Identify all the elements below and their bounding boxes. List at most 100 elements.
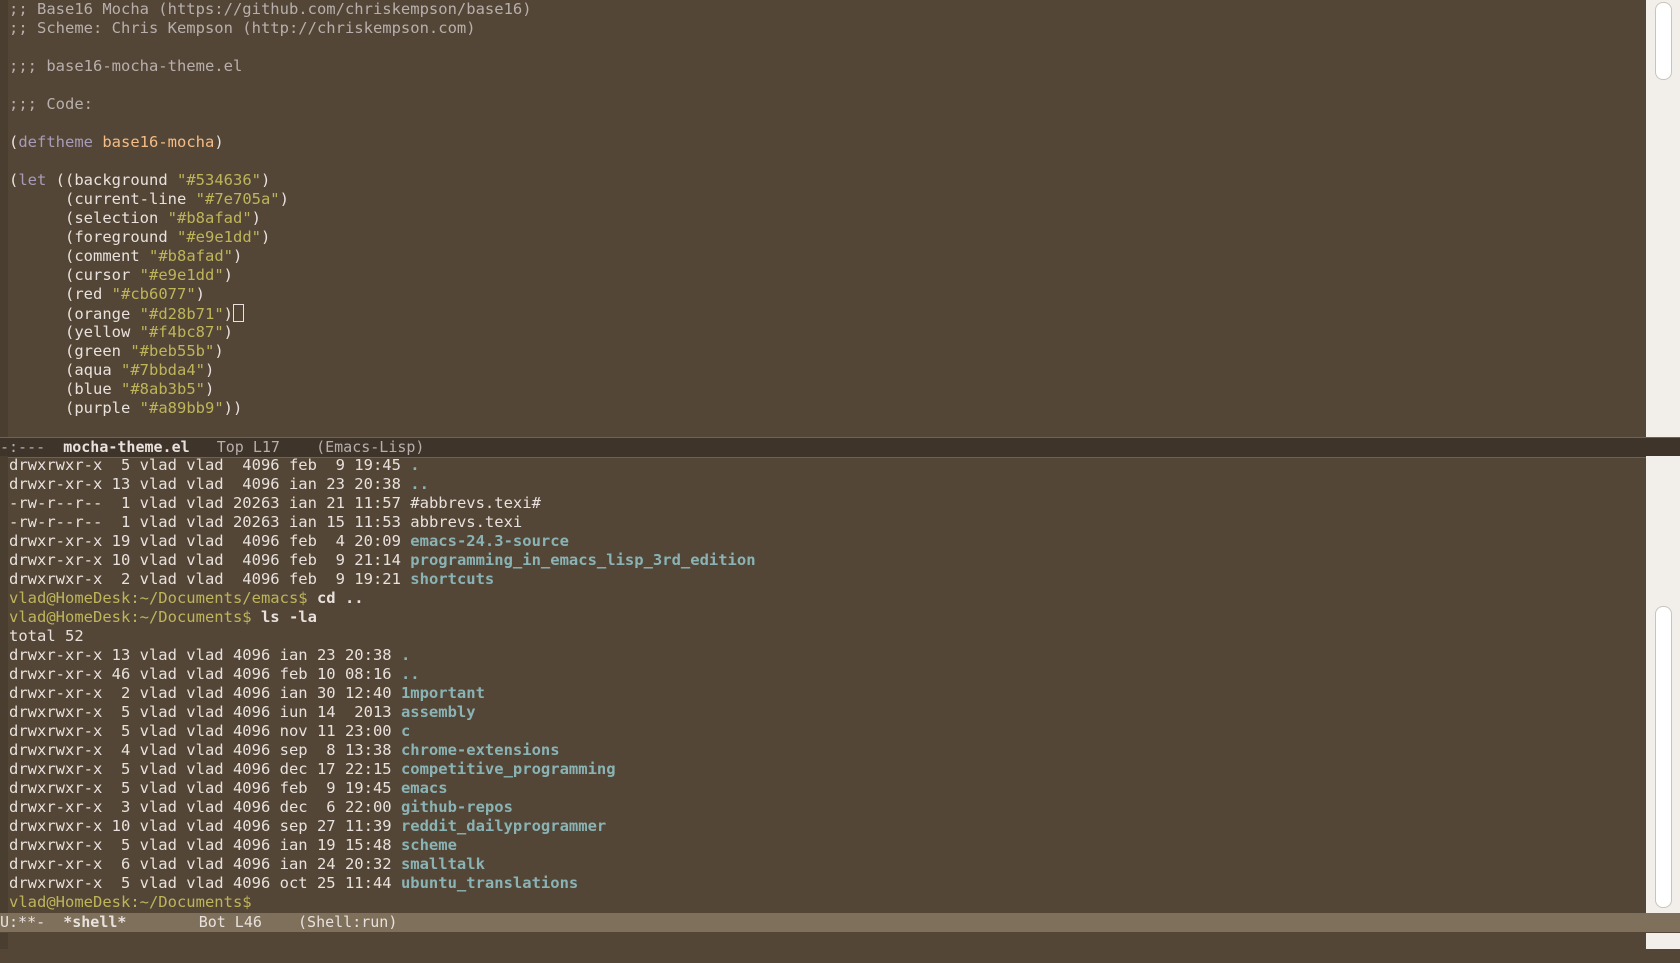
- ls-entry: drwxrwxr-x 5 vlad vlad 4096 ian 19 15:48…: [9, 836, 1646, 855]
- ls-entry: drwxrwxr-x 5 vlad vlad 4096 iun 14 2013 …: [9, 703, 1646, 722]
- modeline-buffer-name[interactable]: *shell*: [63, 913, 126, 931]
- ls-entry: drwxr-xr-x 2 vlad vlad 4096 ian 30 12:40…: [9, 684, 1646, 703]
- color-binding-line: (current-line "#7e705a"): [9, 190, 289, 208]
- color-binding-line: (green "#beb55b"): [9, 342, 224, 360]
- ls-entry-dir-name: emacs: [400, 779, 448, 797]
- ls-entry-meta: drwxrwxr-x 5 vlad vlad 4096 dec 17 22:15: [9, 760, 401, 778]
- shell-pane[interactable]: drwxrwxr-x 5 vlad vlad 4096 feb 9 19:45 …: [0, 456, 1646, 913]
- shell-prompt: vlad@HomeDesk:~/Documents/emacs$: [9, 589, 317, 607]
- ls-entry-meta: drwxr-xr-x 6 vlad vlad 4096 ian 24 20:32: [9, 855, 401, 873]
- color-binding-line: (purple "#a89bb9")): [9, 399, 243, 417]
- color-name: current-line: [74, 190, 187, 208]
- comment-line: ;;; Code:: [9, 95, 93, 113]
- color-binding-line: (yellow "#f4bc87"): [9, 323, 234, 341]
- color-name: purple: [74, 399, 131, 417]
- ls-entry-meta: drwxrwxr-x 2 vlad vlad 4096 feb 9 19:21: [9, 570, 411, 588]
- color-name: aqua: [74, 361, 112, 379]
- ls-entry: -rw-r--r-- 1 vlad vlad 20263 ian 21 11:5…: [9, 494, 1646, 513]
- ls-entry: drwxr-xr-x 3 vlad vlad 4096 dec 6 22:00 …: [9, 798, 1646, 817]
- ls-entry-dir-name: scheme: [400, 836, 457, 854]
- top-scrollbar[interactable]: [1646, 0, 1680, 437]
- ls-entry-dir-name: ..: [400, 665, 420, 683]
- color-value: "#f4bc87": [139, 323, 224, 341]
- modeline-position: Top L17: [216, 438, 280, 456]
- modeline-buffer-name[interactable]: mocha-theme.el: [63, 438, 189, 456]
- color-name: red: [74, 285, 103, 303]
- mode-line-inactive[interactable]: -:--- mocha-theme.el Top L17 (Emacs-Lisp…: [0, 437, 1680, 458]
- color-value: "#e9e1dd": [177, 228, 261, 246]
- ls-entry-meta: drwxr-xr-x 46 vlad vlad 4096 feb 10 08:1…: [9, 665, 401, 683]
- shell-command-line: vlad@HomeDesk:~/Documents/emacs$ cd ..: [9, 589, 1646, 608]
- ls-entry-dir-name: 1mportant: [400, 684, 485, 702]
- ls-entry: drwxrwxr-x 5 vlad vlad 4096 oct 25 11:44…: [9, 874, 1646, 893]
- shell-output-total: total 52: [9, 627, 84, 645]
- ls-entry-dir-name: .: [410, 456, 420, 474]
- left-fringe: [0, 456, 8, 913]
- color-name: background: [74, 171, 168, 189]
- color-name: blue: [74, 380, 112, 398]
- ls-entry-file-name: abbrevs.texi: [410, 513, 523, 531]
- ls-entry-dir-name: c: [400, 722, 411, 740]
- color-binding-line: (cursor "#e9e1dd"): [9, 266, 234, 284]
- ls-entry-dir-name: emacs-24.3-source: [410, 532, 569, 550]
- ls-entry: drwxrwxr-x 5 vlad vlad 4096 feb 9 19:45 …: [9, 456, 1646, 475]
- minibuffer-scroll-area: [1646, 933, 1680, 949]
- editor-pane-theme-file[interactable]: ;; Base16 Mocha (https://github.com/chri…: [0, 0, 1646, 437]
- theme-name: base16-mocha: [102, 133, 215, 151]
- color-name: comment: [74, 247, 140, 265]
- ls-entry-dir-name: github-repos: [400, 798, 513, 816]
- modeline-mode[interactable]: (Shell:run): [298, 913, 397, 931]
- ls-entry-meta: drwxrwxr-x 5 vlad vlad 4096 feb 9 19:45: [9, 779, 401, 797]
- ls-entry-dir-name: .: [400, 646, 411, 664]
- top-scrollbar-thumb[interactable]: [1655, 2, 1672, 80]
- minibuffer[interactable]: [0, 933, 1680, 963]
- color-binding-line: (orange "#d28b71"): [9, 304, 1646, 323]
- ls-entry: drwxr-xr-x 10 vlad vlad 4096 feb 9 21:14…: [9, 551, 1646, 570]
- comment-line: ;;; base16-mocha-theme.el: [9, 57, 243, 75]
- modeline-state: -:---: [0, 438, 46, 456]
- bottom-scrollbar[interactable]: [1646, 456, 1680, 913]
- ls-entry-dir-name: programming_in_emacs_lisp_3rd_edition: [410, 551, 756, 569]
- bottom-scrollbar-thumb[interactable]: [1655, 606, 1672, 908]
- ls-entry-meta: drwxr-xr-x 3 vlad vlad 4096 dec 6 22:00: [9, 798, 401, 816]
- ls-entry-meta: drwxr-xr-x 13 vlad vlad 4096 ian 23 20:3…: [9, 646, 401, 664]
- ls-entry-meta: drwxrwxr-x 5 vlad vlad 4096 oct 25 11:44: [9, 874, 401, 892]
- modeline-mode[interactable]: (Emacs-Lisp): [316, 438, 424, 456]
- ls-entry-dir-name: shortcuts: [410, 570, 495, 588]
- deftheme-line: (deftheme base16-mocha): [9, 133, 224, 151]
- color-value: "#cb6077": [111, 285, 196, 303]
- color-value: "#b8afad": [167, 209, 252, 227]
- shell-input-line[interactable]: vlad@HomeDesk:~/Documents$: [9, 893, 1646, 912]
- ls-entry-meta: drwxrwxr-x 4 vlad vlad 4096 sep 8 13:38: [9, 741, 401, 759]
- color-name: foreground: [74, 228, 168, 246]
- color-value: "#7e705a": [195, 190, 280, 208]
- color-binding-line: (red "#cb6077"): [9, 285, 206, 303]
- ls-entry: drwxr-xr-x 46 vlad vlad 4096 feb 10 08:1…: [9, 665, 1646, 684]
- ls-entry-meta: -rw-r--r-- 1 vlad vlad 20263 ian 15 11:5…: [9, 513, 411, 531]
- ls-entry: drwxr-xr-x 19 vlad vlad 4096 feb 4 20:09…: [9, 532, 1646, 551]
- ls-entry-meta: drwxrwxr-x 5 vlad vlad 4096 iun 14 2013: [9, 703, 401, 721]
- mode-line-active[interactable]: U:**- *shell* Bot L46 (Shell:run): [0, 913, 1680, 932]
- let-keyword: let: [18, 171, 47, 189]
- shell-command-line: vlad@HomeDesk:~/Documents$ ls -la: [9, 608, 1646, 627]
- color-value: "#534636": [177, 171, 262, 189]
- color-value: "#beb55b": [130, 342, 215, 360]
- shell-prompt: vlad@HomeDesk:~/Documents$: [9, 893, 252, 911]
- ls-entry: drwxrwxr-x 4 vlad vlad 4096 sep 8 13:38 …: [9, 741, 1646, 760]
- shell-command: cd ..: [316, 589, 364, 607]
- left-fringe: [0, 933, 8, 949]
- ls-entry-meta: drwxr-xr-x 10 vlad vlad 4096 feb 9 21:14: [9, 551, 411, 569]
- ls-entry: drwxr-xr-x 13 vlad vlad 4096 ian 23 20:3…: [9, 646, 1646, 665]
- ls-entry: drwxrwxr-x 5 vlad vlad 4096 nov 11 23:00…: [9, 722, 1646, 741]
- color-name: cursor: [74, 266, 131, 284]
- ls-entry-dir-name: assembly: [400, 703, 476, 721]
- color-name: orange: [74, 305, 131, 323]
- color-value: "#d28b71": [139, 305, 224, 323]
- comment-line: ;; Scheme: Chris Kempson (http://chriske…: [9, 19, 476, 37]
- color-name: yellow: [74, 323, 131, 341]
- ls-entry-meta: drwxr-xr-x 2 vlad vlad 4096 ian 30 12:40: [9, 684, 401, 702]
- color-value: "#b8afad": [149, 247, 233, 265]
- ls-entry-dir-name: competitive_programming: [400, 760, 616, 778]
